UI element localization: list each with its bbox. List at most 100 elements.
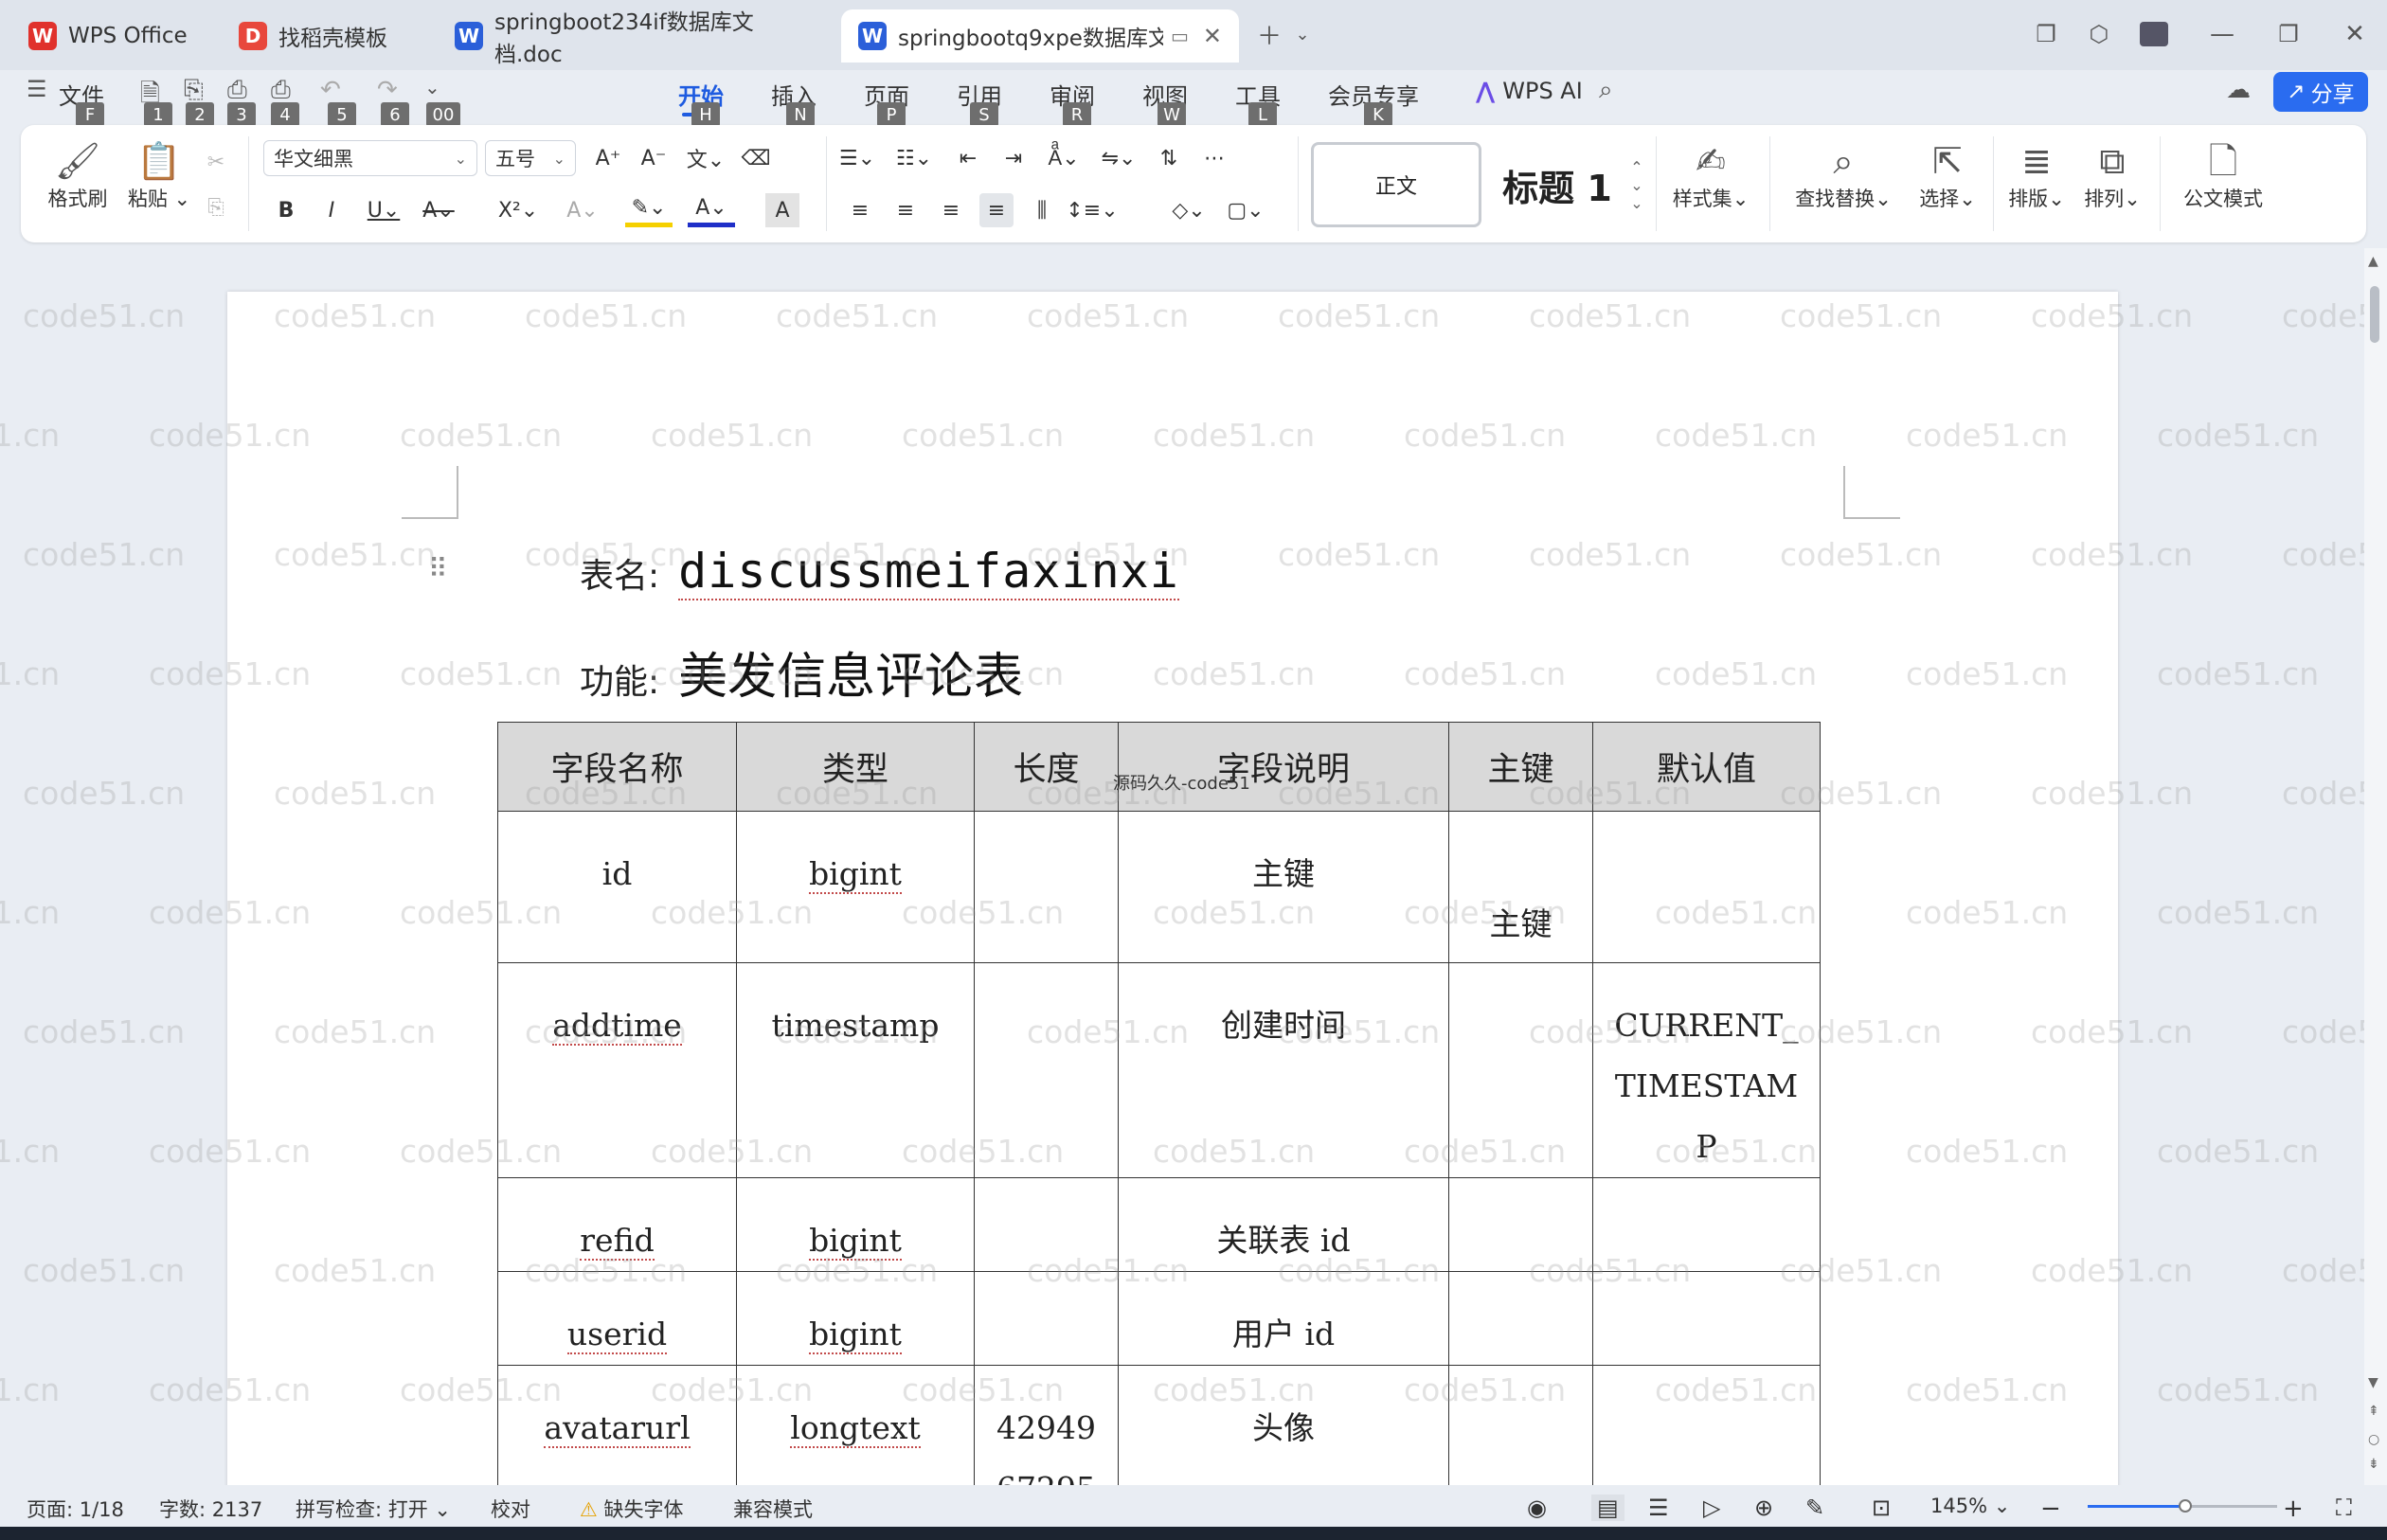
font-color-icon[interactable]: A⌄	[688, 193, 735, 227]
scrollbar-thumb[interactable]	[2370, 286, 2379, 343]
strikethrough-icon[interactable]: A⌄	[415, 193, 462, 227]
layout-button[interactable]: ≣ 排版⌄	[2001, 138, 2073, 212]
grow-font-icon[interactable]: A⁺	[589, 140, 627, 176]
increase-indent-icon[interactable]: ⇥	[995, 140, 1032, 176]
cell-primary-key: 主键	[1448, 811, 1593, 963]
zoom-slider-thumb[interactable]	[2179, 1499, 2192, 1513]
font-size-select[interactable]: 五号 ⌄	[485, 140, 576, 176]
fit-page-icon[interactable]: ⊡	[1872, 1495, 1891, 1521]
cloud-upload-icon[interactable]: ☁	[2226, 76, 2251, 104]
new-tab-icon[interactable]: ＋	[1250, 15, 1288, 53]
bold-icon[interactable]: B	[269, 193, 303, 227]
close-tab-icon[interactable]: ✕	[1203, 23, 1222, 49]
play-icon[interactable]: ▷	[1703, 1495, 1720, 1521]
export-icon[interactable]: ⎘	[184, 76, 204, 105]
proofread-button[interactable]: 校对	[491, 1495, 530, 1523]
tab-doc-234if[interactable]: W springboot234if数据库文档.doc	[438, 9, 835, 67]
align-center-icon[interactable]: ≡	[888, 193, 923, 227]
document-area[interactable]: ⠿ 表名: discussmeifaxinxi 功能: 美发信息评论表 字段名称…	[0, 248, 2364, 1485]
justify-icon[interactable]: ≡	[979, 193, 1014, 227]
convert-icon[interactable]: ⇋⌄	[1095, 140, 1142, 176]
word-count[interactable]: 字数: 2137	[159, 1495, 262, 1523]
undo-icon[interactable]: ↶	[320, 76, 341, 104]
restore-icon[interactable]: ❐	[2270, 15, 2307, 53]
align-right-icon[interactable]: ≡	[934, 193, 968, 227]
scroll-up-icon[interactable]: ▲	[2368, 254, 2378, 269]
style-heading-1[interactable]: 标题 1	[1491, 142, 1624, 227]
page-view-icon[interactable]: ▤	[1591, 1495, 1624, 1521]
style-normal[interactable]: 正文	[1311, 142, 1481, 227]
hamburger-icon[interactable]: ☰	[27, 76, 47, 102]
search-icon[interactable]: ⌕	[1599, 76, 1613, 105]
sort-icon[interactable]: ⇅	[1150, 140, 1188, 176]
shrink-font-icon[interactable]: A⁻	[635, 140, 673, 176]
cube-icon[interactable]: ⬡	[2080, 15, 2118, 53]
more-chevron-icon[interactable]: ⌄	[424, 76, 440, 98]
official-doc-button[interactable]: 🗋 公文模式	[2171, 138, 2275, 212]
spell-check-toggle[interactable]: 拼写检查: 打开 ⌄	[296, 1495, 451, 1523]
numbered-list-icon[interactable]: ☷⌄	[890, 140, 938, 176]
select-button[interactable]: ⇱ 选择⌄	[1911, 138, 1983, 212]
arrange-button[interactable]: ⧉ 排列⌄	[2076, 138, 2148, 212]
tab-list-chevron-icon[interactable]: ⌄	[1288, 15, 1317, 53]
format-painter-button[interactable]: 🖌 格式刷	[40, 138, 116, 212]
shading-icon[interactable]: ◇⌄	[1163, 193, 1214, 227]
clear-format-icon[interactable]: ⌫	[737, 140, 775, 176]
pen-icon[interactable]: ✎	[1805, 1495, 1824, 1521]
print-preview-icon[interactable]: ⎙	[271, 76, 291, 105]
decrease-indent-icon[interactable]: ⇤	[949, 140, 987, 176]
zoom-select[interactable]: 145% ⌄	[1930, 1495, 2010, 1517]
line-spacing-icon[interactable]: ↕≡⌄	[1066, 193, 1118, 227]
highlight-icon[interactable]: ✎⌄	[625, 193, 673, 227]
copy-icon[interactable]: ⎘	[197, 189, 235, 225]
find-replace-button[interactable]: ⌕ 查找替换⌄	[1777, 138, 1910, 212]
char-shading-icon[interactable]: A	[765, 193, 799, 227]
tab-docer-templates[interactable]: D 找稻壳模板	[222, 9, 428, 63]
underline-icon[interactable]: U⌄	[360, 193, 407, 227]
drag-handle-icon[interactable]: ⠿	[428, 553, 448, 584]
share-button[interactable]: ↗ 分享	[2273, 72, 2368, 112]
wps-ai-button[interactable]: ⋀ WPS AI	[1476, 78, 1583, 104]
paste-button[interactable]: 📋 粘贴 ⌄	[123, 138, 195, 212]
tab-doc-q9xpe[interactable]: W springbootq9xpe数据库文档 ▭ ✕	[841, 9, 1239, 63]
scroll-down-icon[interactable]: ▼	[2368, 1375, 2378, 1390]
distribute-icon[interactable]: ⫼	[1025, 193, 1059, 227]
zoom-slider[interactable]	[2088, 1499, 2277, 1513]
phonetic-icon[interactable]: 文⌄	[682, 140, 729, 176]
zoom-out-icon[interactable]: −	[2040, 1495, 2061, 1523]
zoom-in-icon[interactable]: +	[2283, 1495, 2304, 1523]
divider	[1298, 136, 1299, 231]
bullet-list-icon[interactable]: ☰⌄	[834, 140, 881, 176]
web-view-icon[interactable]: ⊕	[1754, 1495, 1773, 1521]
print-icon[interactable]: ⎙	[227, 76, 247, 105]
page-indicator[interactable]: 页面: 1/18	[27, 1495, 124, 1523]
tab-wps-office[interactable]: W WPS Office	[11, 9, 220, 63]
style-gallery-scroll-icon[interactable]: ⌃ ⌄ ⌄	[1625, 142, 1648, 227]
docer-icon: D	[239, 22, 267, 50]
table-row: addtime timestamp 创建时间 CURRENT_TIMESTAMP	[497, 962, 1821, 1178]
vertical-scrollbar[interactable]: ▲ ▼ ⇞ ○ ⇟	[2364, 248, 2387, 1485]
watermark-text: code51.cn	[0, 1371, 61, 1408]
show-marks-icon[interactable]: ⋯	[1195, 140, 1233, 176]
redo-icon[interactable]: ↷	[377, 76, 398, 104]
prev-page-icon[interactable]: ⇞	[2368, 1404, 2379, 1419]
align-left-icon[interactable]: ≡	[843, 193, 877, 227]
superscript-icon[interactable]: X²⌄	[493, 193, 544, 227]
style-set-button[interactable]: ✍ 样式集⌄	[1663, 138, 1758, 212]
cut-icon[interactable]: ✂	[197, 144, 235, 180]
font-name-select[interactable]: 华文细黑 ⌄	[263, 140, 477, 176]
eye-protection-icon[interactable]: ◉	[1527, 1495, 1547, 1521]
browse-object-icon[interactable]: ○	[2368, 1432, 2379, 1447]
next-page-icon[interactable]: ⇟	[2368, 1457, 2379, 1472]
avatar[interactable]	[2135, 15, 2173, 53]
outline-view-icon[interactable]: ☰	[1648, 1495, 1669, 1521]
close-window-icon[interactable]: ✕	[2336, 15, 2374, 53]
border-icon[interactable]: ▢⌄	[1220, 193, 1271, 227]
text-direction-icon[interactable]: Aͣ⌄	[1040, 140, 1087, 176]
minimize-icon[interactable]: —	[2203, 15, 2241, 53]
text-effect-icon[interactable]: A⌄	[559, 193, 606, 227]
fullscreen-icon[interactable]: ⛶	[2336, 1495, 2352, 1521]
missing-font-button[interactable]: ⚠ 缺失字体	[580, 1495, 684, 1523]
italic-icon[interactable]: I	[314, 193, 349, 227]
window-layout-icon[interactable]: ❐	[2027, 15, 2065, 53]
